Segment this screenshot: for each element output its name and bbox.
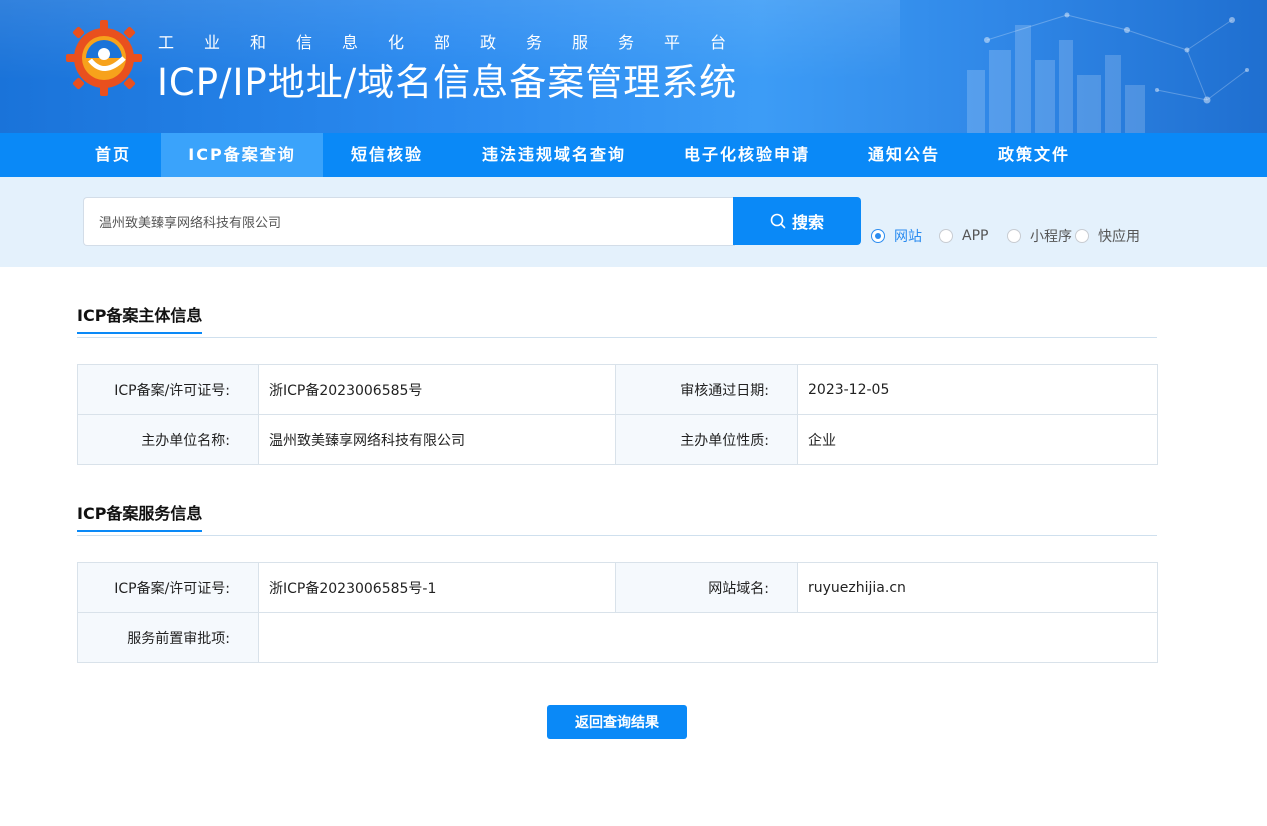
subject-info-title: ICP备案主体信息	[77, 302, 203, 334]
service-license-number: 浙ICP备2023006585号-1	[258, 562, 616, 613]
approval-date: 2023-12-05	[797, 364, 1158, 415]
search-input[interactable]	[83, 197, 735, 246]
field-label: 网站域名:	[615, 562, 798, 613]
search-button-label: 搜索	[791, 213, 824, 232]
field-label: 服务前置审批项:	[77, 612, 259, 663]
nav-item-home[interactable]: 首页	[80, 133, 146, 177]
radio-app[interactable]: APP	[939, 227, 988, 245]
radio-checked-icon	[871, 229, 885, 243]
radio-unchecked-icon	[939, 229, 953, 243]
field-label: ICP备案/许可证号:	[77, 562, 259, 613]
search-button[interactable]: 搜索	[733, 197, 861, 245]
field-label: 审核通过日期:	[615, 364, 798, 415]
nav-item-notices[interactable]: 通知公告	[852, 133, 956, 177]
radio-unchecked-icon	[1007, 229, 1021, 243]
nav-item-illegal-domain-query[interactable]: 违法违规域名查询	[465, 133, 643, 177]
service-info-title: ICP备案服务信息	[77, 500, 203, 532]
search-bar: 搜索 网站 APP 小程序 快应用	[0, 177, 1267, 267]
table-row: ICP备案/许可证号: 浙ICP备2023006585号-1 网站域名: ruy…	[77, 562, 1158, 613]
nav-item-policy-docs[interactable]: 政策文件	[982, 133, 1086, 177]
system-title: ICP/IP地址/域名信息备案管理系统	[157, 61, 738, 104]
field-label: 主办单位性质:	[615, 414, 798, 465]
table-row: ICP备案/许可证号: 浙ICP备2023006585号 审核通过日期: 202…	[77, 364, 1158, 415]
main-nav: 首页 ICP备案查询 短信核验 违法违规域名查询 电子化核验申请 通知公告 政策…	[0, 133, 1267, 177]
search-icon	[770, 213, 786, 229]
nav-item-icp-query[interactable]: ICP备案查询	[161, 133, 323, 177]
ministry-logo	[66, 20, 142, 96]
site-header: 工业和信息化部政务服务平台 ICP/IP地址/域名信息备案管理系统	[0, 0, 1267, 133]
license-number: 浙ICP备2023006585号	[258, 364, 616, 415]
back-to-results-button[interactable]: 返回查询结果	[547, 705, 687, 739]
header-subtitle: 工业和信息化部政务服务平台	[158, 33, 757, 52]
service-info-table: ICP备案/许可证号: 浙ICP备2023006585号-1 网站域名: ruy…	[77, 562, 1158, 663]
divider	[77, 337, 1157, 338]
nav-item-e-verify-apply[interactable]: 电子化核验申请	[670, 133, 824, 177]
field-label: 主办单位名称:	[77, 414, 259, 465]
field-label: ICP备案/许可证号:	[77, 364, 259, 415]
website-domain: ruyuezhijia.cn	[797, 562, 1158, 613]
city-skyline-decoration	[967, 12, 1249, 133]
organizer-name: 温州致美臻享网络科技有限公司	[258, 414, 616, 465]
radio-quick-app[interactable]: 快应用	[1075, 227, 1140, 245]
radio-website[interactable]: 网站	[871, 227, 922, 245]
divider	[77, 535, 1157, 536]
nav-item-sms-verify[interactable]: 短信核验	[336, 133, 438, 177]
table-row: 服务前置审批项:	[77, 612, 1158, 663]
pre-approval-items	[258, 612, 1158, 663]
table-row: 主办单位名称: 温州致美臻享网络科技有限公司 主办单位性质: 企业	[77, 414, 1158, 465]
subject-info-table: ICP备案/许可证号: 浙ICP备2023006585号 审核通过日期: 202…	[77, 364, 1158, 465]
radio-mini-program[interactable]: 小程序	[1007, 227, 1072, 245]
organizer-type: 企业	[797, 414, 1158, 465]
radio-unchecked-icon	[1075, 229, 1089, 243]
